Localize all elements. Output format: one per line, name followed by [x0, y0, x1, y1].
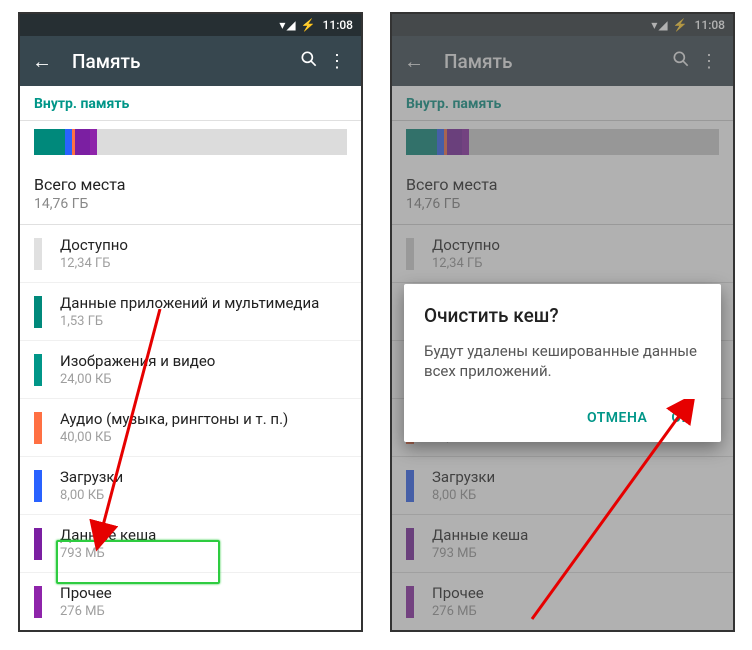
- storage-usage-bar: [34, 129, 347, 155]
- usage-segment: [34, 129, 65, 155]
- storage-value: 1,53 ГБ: [60, 314, 319, 329]
- storage-label: Данные приложений и мультимедиа: [60, 294, 319, 312]
- phone-screenshot-right: ▾◢ ⚡ 11:08 ← Память ⋮ Внутр. память Всег…: [390, 12, 735, 632]
- dialog-actions: ОТМЕНА ОК: [424, 404, 701, 432]
- toolbar-title: Память: [72, 50, 295, 73]
- status-indicators: ▾◢ ⚡: [279, 18, 316, 32]
- clear-cache-dialog: Очистить кеш? Будут удалены кешированные…: [404, 284, 721, 442]
- storage-value: 8,00 КБ: [60, 488, 123, 503]
- total-storage: Всего места 14,76 ГБ: [20, 163, 361, 225]
- dialog-message: Будут удалены кешированные данные всех п…: [424, 341, 701, 382]
- storage-row[interactable]: Аудио (музыка, рингтоны и т. п.) 40,00 КБ: [20, 399, 361, 457]
- usage-segment: [97, 129, 347, 155]
- storage-value: 276 МБ: [60, 604, 112, 619]
- status-bar: ▾◢ ⚡ 11:08: [20, 14, 361, 36]
- color-swatch: [34, 528, 42, 560]
- storage-row[interactable]: Загрузки 8,00 КБ: [20, 457, 361, 515]
- storage-row[interactable]: Данные приложений и мультимедиа 1,53 ГБ: [20, 283, 361, 341]
- storage-label: Доступно: [60, 236, 128, 254]
- phone-screenshot-left: ▾◢ ⚡ 11:08 ← Память ⋮ Внутр. память Всег…: [18, 12, 363, 632]
- storage-value: 40,00 КБ: [60, 430, 288, 445]
- storage-row[interactable]: Доступно 12,34 ГБ: [20, 225, 361, 283]
- ok-button[interactable]: ОК: [661, 404, 701, 432]
- storage-row[interactable]: Изображения и видео 24,00 КБ: [20, 341, 361, 399]
- color-swatch: [34, 238, 42, 270]
- back-arrow-icon[interactable]: ←: [30, 51, 54, 71]
- total-value: 14,76 ГБ: [34, 196, 347, 212]
- search-icon[interactable]: [295, 49, 323, 74]
- storage-label: Прочее: [60, 584, 112, 602]
- storage-label: Данные кеша: [60, 526, 156, 544]
- storage-row[interactable]: Прочее 276 МБ: [20, 573, 361, 631]
- color-swatch: [34, 586, 42, 618]
- app-toolbar: ← Память ⋮: [20, 36, 361, 86]
- tab-internal-storage[interactable]: Внутр. память: [20, 86, 361, 121]
- color-swatch: [34, 470, 42, 502]
- more-vert-icon[interactable]: ⋮: [323, 51, 351, 72]
- storage-value: 793 МБ: [60, 546, 156, 561]
- cancel-button[interactable]: ОТМЕНА: [577, 404, 657, 432]
- storage-value: 12,34 ГБ: [60, 256, 128, 271]
- dialog-title: Очистить кеш?: [424, 304, 701, 327]
- color-swatch: [34, 354, 42, 386]
- usage-segment: [75, 129, 91, 155]
- storage-label: Аудио (музыка, рингтоны и т. п.): [60, 410, 288, 428]
- total-label: Всего места: [34, 175, 347, 194]
- color-swatch: [34, 412, 42, 444]
- storage-row[interactable]: Данные кеша 793 МБ: [20, 515, 361, 573]
- status-time: 11:08: [323, 18, 353, 32]
- storage-label: Загрузки: [60, 468, 123, 486]
- storage-value: 24,00 КБ: [60, 372, 215, 387]
- color-swatch: [34, 296, 42, 328]
- storage-label: Изображения и видео: [60, 352, 215, 370]
